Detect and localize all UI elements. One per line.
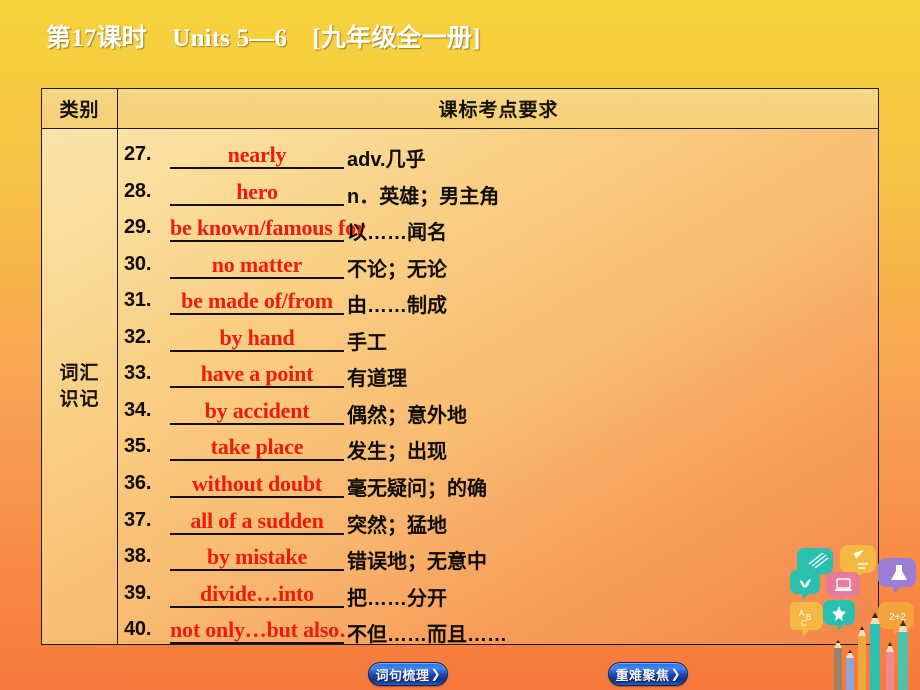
answer-blank[interactable]: have a point [170, 361, 344, 389]
syllabus-table: 类别 课标考点要求 词汇 识记 27. nearly adv.几乎 28. hero n．… [41, 88, 879, 647]
table-row: 40. not only…but also… 不但……而且…… [119, 615, 878, 647]
meaning-text: 错误地；无意中 [347, 551, 487, 574]
meaning-text: 把……分开 [347, 587, 447, 610]
row-number: 35. [124, 435, 152, 458]
table-row: 34. by accident 偶然；意外地 [119, 396, 878, 428]
answer-blank[interactable]: hero [170, 179, 344, 206]
answer-blank[interactable]: be known/famous for [170, 215, 366, 243]
table-row: 38. by mistake 错误地；无意中 [119, 542, 878, 574]
answer-blank[interactable]: without doubt [170, 471, 344, 498]
meaning-text: 由……制成 [347, 295, 447, 318]
table-body: 词汇 识记 27. nearly adv.几乎 28. hero n．英雄；男主角 29. b… [42, 129, 878, 647]
answer-text: be known/famous for [170, 215, 366, 241]
table-header-requirement: 课标考点要求 [438, 100, 559, 121]
meaning-text: 偶然；意外地 [347, 404, 467, 427]
table-row: 27. nearly adv.几乎 [119, 140, 878, 172]
row-number: 38. [124, 545, 152, 568]
table-row: 29. be known/famous for 以……闻名 [119, 213, 878, 245]
answer-blank[interactable]: divide…into [170, 581, 344, 608]
table-row: 31. be made of/from 由……制成 [119, 286, 878, 318]
table-header-category: 类别 [42, 89, 118, 128]
row-number: 39. [124, 581, 152, 604]
meaning-text: 不但……而且…… [347, 624, 507, 647]
answer-blank[interactable]: no matter [170, 252, 344, 279]
nav-button-key-difficulty-focus[interactable]: 重难聚焦 ❯ [608, 662, 688, 686]
answer-blank[interactable]: take place [170, 434, 344, 462]
answer-text: be made of/from [181, 288, 333, 314]
answer-blank[interactable]: nearly [170, 142, 344, 169]
speech-bubble-math-icon: 2+2 [878, 602, 914, 635]
answer-blank[interactable]: by hand [170, 325, 344, 352]
table-row: 39. divide…into 把……分开 [119, 579, 878, 611]
row-number: 34. [124, 398, 152, 421]
chevron-right-icon: ❯ [670, 667, 681, 681]
table-row: 32. by hand 手工 [119, 323, 878, 355]
row-number: 32. [124, 325, 152, 348]
row-number: 36. [124, 471, 152, 494]
answer-text: all of a sudden [190, 507, 324, 533]
row-number: 29. [124, 216, 152, 239]
row-number: 31. [124, 289, 152, 312]
vocabulary-row-list: 27. nearly adv.几乎 28. hero n．英雄；男主角 29. be know… [119, 129, 878, 647]
table-header-row: 类别 课标考点要求 [42, 89, 878, 129]
meaning-text: 以……闻名 [347, 222, 447, 245]
meaning-text: 发生；出现 [347, 441, 447, 464]
meaning-text: adv.几乎 [347, 149, 426, 171]
chevron-right-icon: ❯ [430, 667, 441, 681]
row-number: 40. [124, 618, 152, 641]
row-number: 30. [124, 252, 152, 275]
answer-blank[interactable]: by mistake [170, 544, 344, 572]
meaning-text: 突然；猛地 [347, 514, 447, 537]
table-row: 33. have a point 有道理 [119, 359, 878, 391]
answer-text: take place [210, 434, 304, 460]
answer-text: no matter [211, 251, 303, 277]
answer-text: by hand [219, 324, 295, 350]
meaning-text: 不论；无论 [347, 258, 447, 281]
answer-blank[interactable]: not only…but also… [170, 617, 361, 645]
nav-button-key-difficulty-focus-label: 重难聚焦 [615, 667, 670, 683]
table-row: 36. without doubt 毫无疑问；的确 [119, 469, 878, 501]
category-label-line-2: 识记 [59, 388, 100, 410]
nav-button-sentence-review[interactable]: 词句梳理 ❯ [368, 662, 448, 686]
answer-blank[interactable]: all of a sudden [170, 508, 344, 535]
answer-text: without doubt [191, 470, 323, 496]
category-cell-vocabulary: 词汇 识记 [42, 129, 118, 644]
answer-text: by mistake [206, 544, 308, 570]
category-label-line-1: 词汇 [59, 362, 100, 384]
table-row: 35. take place 发生；出现 [119, 432, 878, 464]
meaning-text: 毫无疑问；的确 [347, 477, 487, 500]
answer-text: hero [236, 178, 278, 204]
answer-blank[interactable]: by accident [170, 398, 344, 425]
table-row: 30. no matter 不论；无论 [119, 250, 878, 282]
answer-text: nearly [227, 142, 287, 167]
page-title: 第17课时 Units 5—6 [九年级全一册] [46, 25, 481, 52]
answer-text: have a point [200, 361, 314, 387]
speech-bubble-flask-icon [878, 558, 916, 594]
meaning-text: n．英雄；男主角 [347, 185, 500, 208]
answer-blank[interactable]: be made of/from [170, 288, 344, 316]
meaning-text: 手工 [347, 331, 387, 354]
nav-button-sentence-review-label: 词句梳理 [375, 667, 430, 683]
answer-text: not only…but also… [170, 617, 361, 643]
table-row: 37. all of a sudden 突然；猛地 [119, 506, 878, 538]
answer-text: by accident [204, 397, 310, 423]
row-number: 28. [124, 179, 152, 202]
row-number: 37. [124, 508, 152, 531]
meaning-text: 有道理 [347, 368, 407, 391]
row-number: 33. [124, 362, 152, 385]
table-row: 28. hero n．英雄；男主角 [119, 177, 878, 209]
row-number: 27. [124, 143, 152, 165]
svg-text:2+2: 2+2 [889, 612, 906, 623]
answer-text: divide…into [200, 580, 314, 606]
